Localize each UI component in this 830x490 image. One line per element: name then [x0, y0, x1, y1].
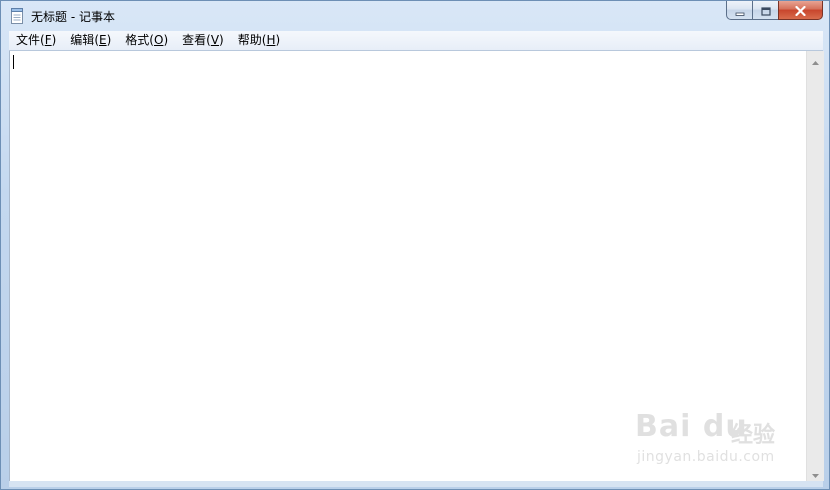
menu-help-accelerator: H — [266, 33, 276, 47]
menu-edit-label: 编辑 — [70, 33, 95, 47]
menu-file-accelerator: F — [44, 33, 52, 47]
caption-buttons — [726, 1, 823, 21]
menu-view-accelerator: V — [210, 33, 220, 47]
close-button[interactable] — [778, 1, 823, 20]
title-bar[interactable]: 无标题 - 记事本 — [1, 1, 829, 30]
maximize-icon — [760, 1, 771, 20]
notepad-icon[interactable] — [10, 8, 25, 24]
window-bottom-frame — [9, 481, 823, 487]
menu-file[interactable]: 文件(F) — [9, 31, 63, 50]
menu-view-label: 查看 — [182, 33, 207, 47]
menu-edit-accelerator: E — [99, 33, 107, 47]
window-title: 无标题 - 记事本 — [31, 10, 115, 24]
minimize-button[interactable] — [726, 1, 752, 20]
menu-format-label: 格式 — [125, 33, 150, 47]
scroll-down-button[interactable] — [807, 464, 824, 481]
minimize-icon — [735, 1, 745, 20]
menu-help[interactable]: 帮助(H) — [231, 31, 287, 50]
menu-view[interactable]: 查看(V) — [175, 31, 231, 50]
vertical-scrollbar[interactable] — [806, 51, 824, 481]
text-editor[interactable] — [9, 51, 807, 481]
menu-format-accelerator: O — [153, 33, 164, 47]
arrow-up-icon — [812, 50, 819, 69]
maximize-button[interactable] — [752, 1, 778, 20]
menu-edit[interactable]: 编辑(E) — [63, 31, 118, 50]
text-caret — [13, 55, 14, 69]
scroll-up-button[interactable] — [807, 51, 824, 68]
arrow-down-icon — [812, 463, 819, 482]
notepad-window: 无标题 - 记事本 文件(F) 编辑(E) 格式(O) 查看(V) 帮助(H) … — [0, 0, 830, 490]
menu-bar: 文件(F) 编辑(E) 格式(O) 查看(V) 帮助(H) — [9, 31, 823, 51]
close-icon — [795, 1, 806, 20]
menu-help-label: 帮助 — [237, 33, 262, 47]
menu-file-label: 文件 — [16, 33, 41, 47]
menu-format[interactable]: 格式(O) — [118, 31, 175, 50]
